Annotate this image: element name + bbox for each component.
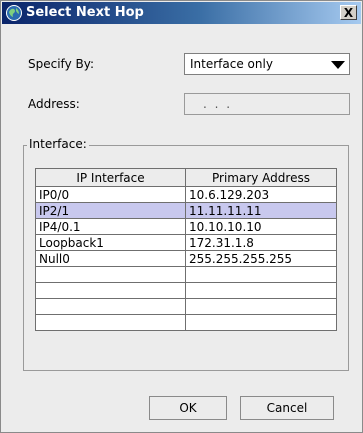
- table-row[interactable]: [35, 298, 337, 315]
- table-row[interactable]: Loopback1 172.31.1.8: [35, 234, 337, 251]
- interface-cell: Null0: [35, 250, 186, 267]
- globe-icon: [6, 5, 22, 21]
- table-row[interactable]: IP0/0 10.6.129.203: [35, 186, 337, 203]
- address-cell: [185, 298, 337, 315]
- table-row[interactable]: IP4/0.1 10.10.10.10: [35, 218, 337, 235]
- table-header-row: IP Interface Primary Address: [35, 168, 337, 187]
- ok-button[interactable]: OK: [149, 396, 227, 420]
- address-field: . . .: [184, 93, 350, 115]
- interface-cell: [35, 298, 186, 315]
- table-row[interactable]: [35, 282, 337, 299]
- interface-cell: [35, 266, 186, 283]
- interface-table: IP Interface Primary Address IP0/0 10.6.…: [35, 168, 337, 331]
- interface-cell: Loopback1: [35, 234, 186, 251]
- select-next-hop-dialog: Select Next Hop X Specify By: Interface …: [0, 0, 363, 433]
- address-cell: 11.11.11.11: [185, 202, 337, 219]
- cancel-button[interactable]: Cancel: [240, 396, 334, 420]
- table-row[interactable]: [35, 314, 337, 331]
- address-cell: [185, 314, 337, 331]
- address-label: Address:: [28, 97, 80, 111]
- address-value: . . .: [203, 97, 233, 111]
- table-row[interactable]: [35, 266, 337, 283]
- table-row[interactable]: IP2/1 11.11.11.11: [35, 202, 337, 219]
- column-header-ip-interface[interactable]: IP Interface: [35, 168, 186, 187]
- interface-cell: IP2/1: [35, 202, 186, 219]
- address-cell: 255.255.255.255: [185, 250, 337, 267]
- address-cell: [185, 282, 337, 299]
- address-cell: 10.6.129.203: [185, 186, 337, 203]
- address-cell: [185, 266, 337, 283]
- interface-cell: [35, 282, 186, 299]
- address-cell: 10.10.10.10: [185, 218, 337, 235]
- specify-by-label: Specify By:: [28, 57, 94, 71]
- interface-cell: [35, 314, 186, 331]
- interface-cell: IP4/0.1: [35, 218, 186, 235]
- chevron-down-icon[interactable]: [331, 61, 345, 69]
- title-bar[interactable]: Select Next Hop X: [2, 2, 361, 24]
- specify-by-dropdown[interactable]: Interface only: [184, 53, 350, 75]
- dialog-title: Select Next Hop: [26, 5, 144, 20]
- address-cell: 172.31.1.8: [185, 234, 337, 251]
- close-button[interactable]: X: [340, 5, 357, 20]
- interface-group-legend: Interface:: [27, 137, 89, 151]
- table-row[interactable]: Null0 255.255.255.255: [35, 250, 337, 267]
- specify-by-value: Interface only: [190, 57, 273, 71]
- interface-cell: IP0/0: [35, 186, 186, 203]
- column-header-primary-address[interactable]: Primary Address: [185, 168, 337, 187]
